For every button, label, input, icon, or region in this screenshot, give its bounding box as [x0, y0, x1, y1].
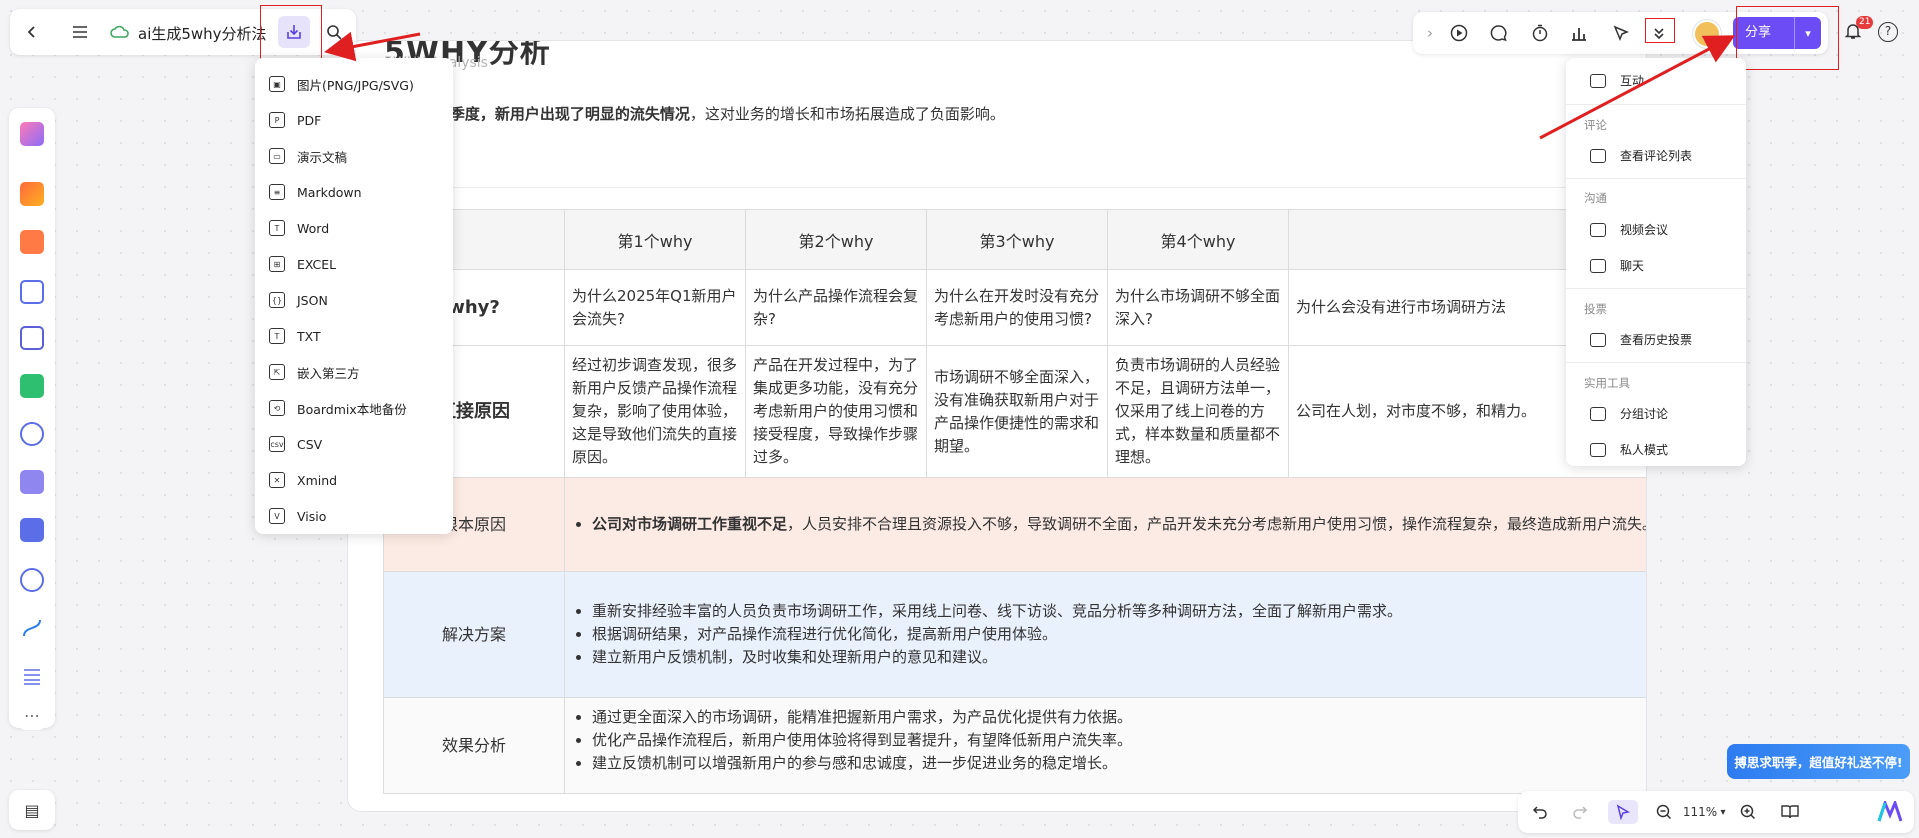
undo-icon[interactable]: [1528, 800, 1552, 824]
bottom-right-toolbar: 111% ▾: [1518, 791, 1914, 833]
annotation-arrows: [324, 31, 1736, 140]
zoom-in-icon[interactable]: [1736, 800, 1760, 824]
book-icon[interactable]: [1778, 800, 1802, 824]
redo-icon[interactable]: [1568, 800, 1592, 824]
chevron-down-icon[interactable]: ▾: [1716, 800, 1730, 824]
select-cursor-icon[interactable]: [1608, 800, 1638, 824]
annotation-arrow: [324, 31, 421, 62]
promo-banner[interactable]: 搏思求职季，超值好礼送不停!: [1727, 744, 1910, 779]
zoom-out-icon[interactable]: [1652, 800, 1676, 824]
boardmix-logo-icon[interactable]: [1876, 800, 1904, 824]
zoom-level[interactable]: 111%: [1682, 800, 1718, 824]
annotation-arrow: [1539, 35, 1736, 140]
